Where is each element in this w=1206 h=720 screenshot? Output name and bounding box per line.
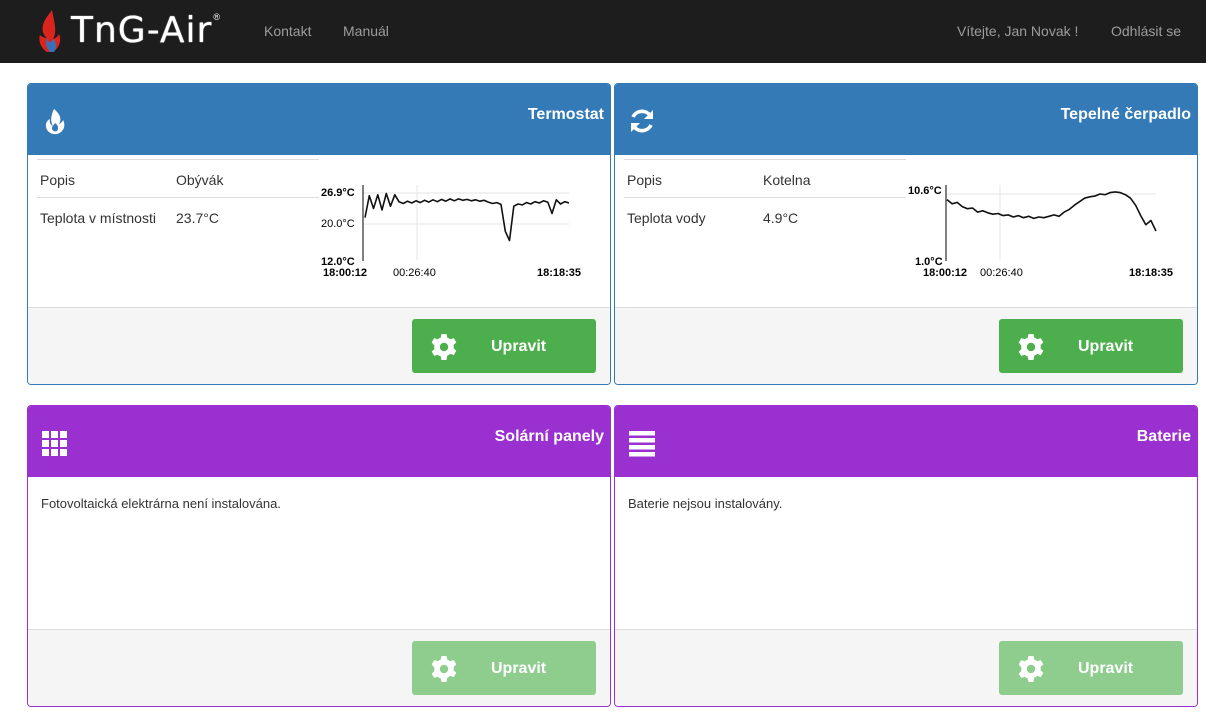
brand-flame-icon <box>39 10 61 52</box>
solar-panel-body: Fotovoltaická elektrárna není instalován… <box>28 477 610 629</box>
nav-link-contact[interactable]: Kontakt <box>264 23 311 39</box>
heatpump-edit-button[interactable]: Upravit <box>999 319 1183 373</box>
battery-panel-title: Baterie <box>1136 428 1191 445</box>
battery-panel-footer: Upravit <box>615 629 1197 706</box>
table-row: Popis Kotelna <box>624 159 906 197</box>
brand-name: TnG-Air <box>71 10 213 51</box>
thermostat-edit-button[interactable]: Upravit <box>412 319 596 373</box>
thermostat-panel: Termostat Popis Obývák Teplota v místnos… <box>27 83 611 385</box>
chart-x-tick-label: 18:00:12 <box>923 267 967 279</box>
nav-link-logout[interactable]: Odhlásit se <box>1111 23 1181 39</box>
chart-x-tick-label: 00:26:40 <box>393 267 436 279</box>
solar-panel-footer: Upravit <box>28 629 610 706</box>
heatpump-info-table: Popis Kotelna Teplota vody 4.9°C <box>624 159 906 236</box>
gear-icon <box>431 334 457 360</box>
edit-button-label: Upravit <box>1078 660 1134 677</box>
info-value: Kotelna <box>763 172 811 188</box>
chart-x-tick-label: 00:26:40 <box>980 267 1023 279</box>
battery-not-installed-message: Baterie nejsou instalovány. <box>628 496 783 511</box>
solar-panel-title: Solární panely <box>494 428 604 445</box>
chart-series-line <box>946 191 1157 232</box>
info-value: 23.7°C <box>176 210 219 226</box>
thermostat-panel-footer: Upravit <box>28 307 610 384</box>
table-row: Teplota v místnosti 23.7°C <box>37 197 319 236</box>
flame-icon <box>45 109 65 135</box>
chart-y-tick-label: 20.0°C <box>321 218 355 230</box>
solar-panel: Solární panely Fotovoltaická elektrárna … <box>27 405 611 707</box>
battery-panel-header: Baterie <box>615 406 1197 477</box>
top-navbar: TnG-Air ® Kontakt Manuál Vítejte, Jan No… <box>0 0 1206 63</box>
info-key: Teplota v místnosti <box>40 210 156 226</box>
heatpump-water-temperature-chart[interactable]: 10.6°C 1.0°C 18:00:12 00:26:40 18:18:35 <box>906 155 1186 295</box>
info-value: 4.9°C <box>763 210 799 226</box>
heatpump-panel-title: Tepelné čerpadlo <box>1060 106 1191 123</box>
solar-not-installed-message: Fotovoltaická elektrárna není instalován… <box>41 496 281 511</box>
heatpump-panel-footer: Upravit <box>615 307 1197 384</box>
info-value: Obývák <box>176 172 224 188</box>
info-key: Teplota vody <box>627 210 706 226</box>
heatpump-panel: Tepelné čerpadlo Popis Kotelna Teplota v… <box>614 83 1198 385</box>
solar-panel-header: Solární panely <box>28 406 610 477</box>
battery-panel-body: Baterie nejsou instalovány. <box>615 477 1197 629</box>
chart-y-tick-label: 10.6°C <box>908 185 942 197</box>
grid-icon <box>42 431 67 456</box>
brand-logo[interactable]: TnG-Air ® <box>33 8 220 54</box>
table-row: Teplota vody 4.9°C <box>624 197 906 236</box>
refresh-icon <box>631 109 653 133</box>
heatpump-panel-body: Popis Kotelna Teplota vody 4.9°C 10.6°C … <box>615 155 1197 307</box>
chart-x-tick-label: 18:18:35 <box>1129 267 1173 279</box>
gear-icon <box>1018 656 1044 682</box>
nav-link-manual[interactable]: Manuál <box>343 23 389 39</box>
battery-panel: Baterie Baterie nejsou instalovány. Upra… <box>614 405 1198 707</box>
nav-welcome-user[interactable]: Vítejte, Jan Novak ! <box>957 23 1078 39</box>
thermostat-temperature-chart[interactable]: 26.9°C 20.0°C 12.0°C 18:00:12 00:26:40 1… <box>319 155 599 295</box>
stack-icon <box>629 431 655 457</box>
thermostat-panel-body: Popis Obývák Teplota v místnosti 23.7°C … <box>28 155 610 307</box>
chart-y-tick-label: 26.9°C <box>321 187 355 199</box>
edit-button-label: Upravit <box>491 338 547 355</box>
heatpump-panel-header: Tepelné čerpadlo <box>615 84 1197 155</box>
thermostat-info-table: Popis Obývák Teplota v místnosti 23.7°C <box>37 159 319 236</box>
chart-x-tick-label: 18:00:12 <box>323 267 367 279</box>
edit-button-label: Upravit <box>1078 338 1134 355</box>
table-row: Popis Obývák <box>37 159 319 197</box>
battery-edit-button[interactable]: Upravit <box>999 641 1183 695</box>
chart-series-line <box>364 192 570 242</box>
thermostat-panel-title: Termostat <box>527 106 604 123</box>
info-key: Popis <box>40 172 76 188</box>
chart-x-tick-label: 18:18:35 <box>537 267 581 279</box>
info-key: Popis <box>627 172 663 188</box>
thermostat-panel-header: Termostat <box>28 84 610 155</box>
gear-icon <box>431 656 457 682</box>
solar-edit-button[interactable]: Upravit <box>412 641 596 695</box>
brand-registered-mark: ® <box>213 12 220 22</box>
edit-button-label: Upravit <box>491 660 547 677</box>
gear-icon <box>1018 334 1044 360</box>
